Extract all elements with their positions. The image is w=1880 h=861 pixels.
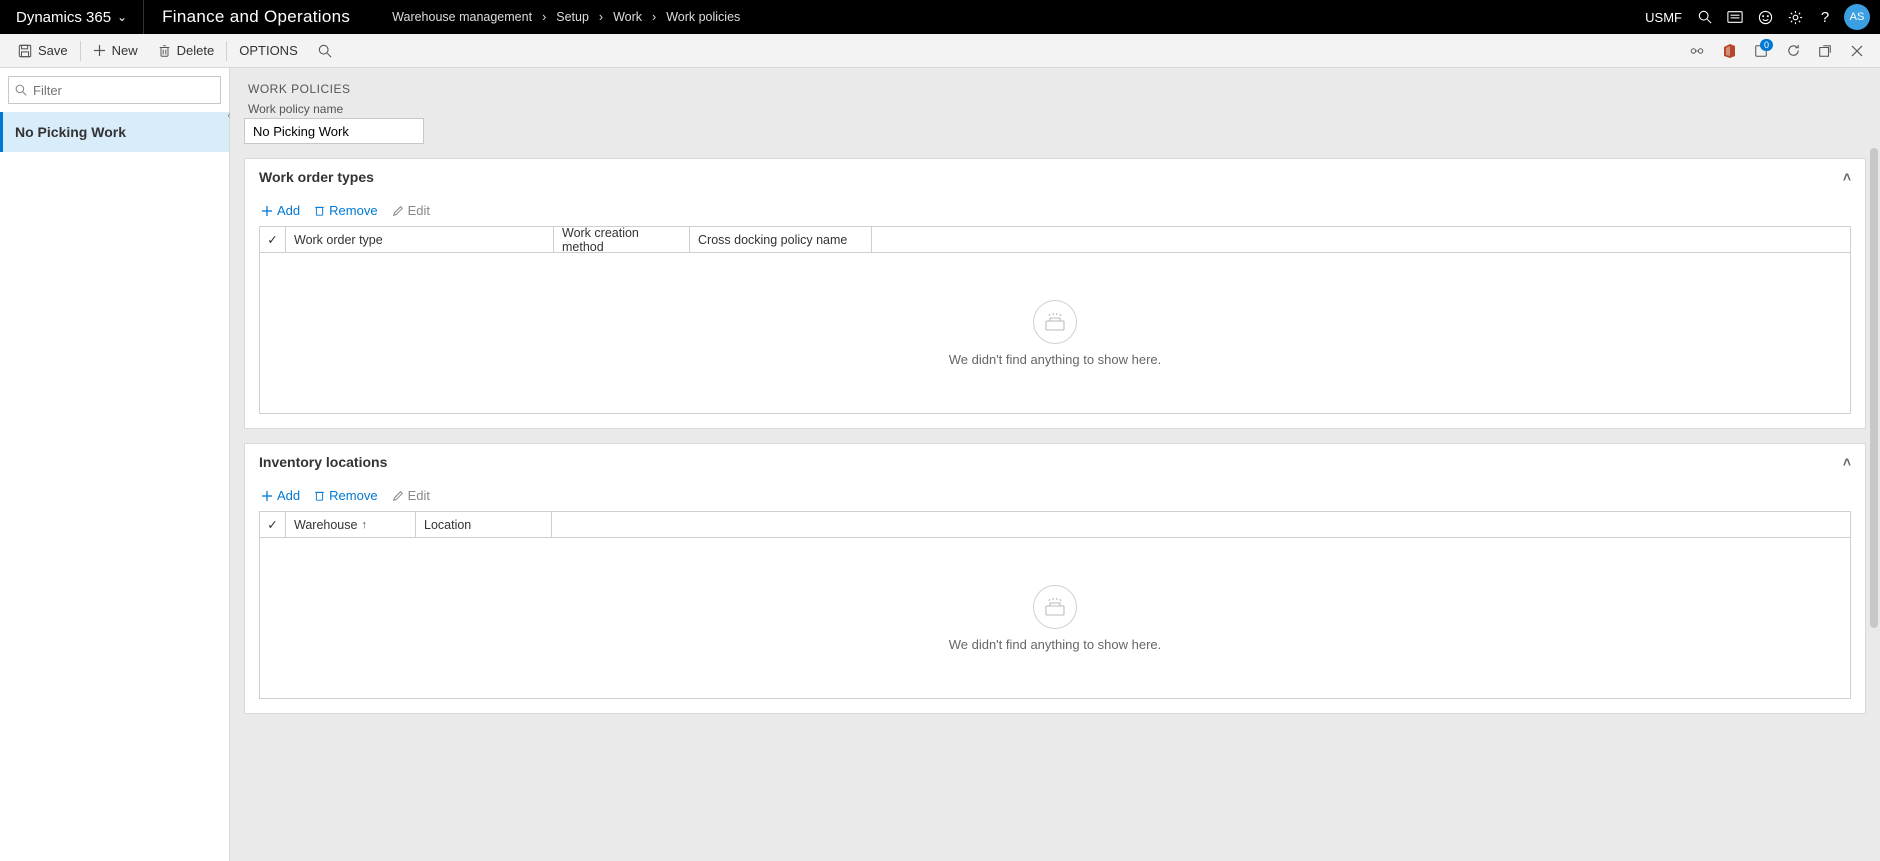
new-button[interactable]: New xyxy=(83,36,148,66)
empty-icon xyxy=(1033,300,1077,344)
crumb-2[interactable]: Work xyxy=(613,10,642,24)
edit-button[interactable]: Edit xyxy=(392,488,430,503)
options-button[interactable]: OPTIONS xyxy=(229,36,308,66)
select-all-checkbox[interactable]: ✓ xyxy=(260,512,286,537)
edit-button[interactable]: Edit xyxy=(392,203,430,218)
grid-empty-state: We didn't find anything to show here. xyxy=(260,538,1850,698)
add-label: Add xyxy=(277,488,300,503)
section-header[interactable]: Work order types ˄ xyxy=(245,159,1865,195)
remove-label: Remove xyxy=(329,488,377,503)
chevron-up-icon[interactable]: ˄ xyxy=(1843,454,1851,470)
crumb-0[interactable]: Warehouse management xyxy=(392,10,532,24)
plus-icon xyxy=(93,44,106,57)
divider xyxy=(80,41,81,61)
avatar[interactable]: AS xyxy=(1844,4,1870,30)
col-warehouse[interactable]: Warehouse ↑ xyxy=(286,512,416,537)
section-header[interactable]: Inventory locations ˄ xyxy=(245,444,1865,480)
grid-toolbar: Add Remove Edit xyxy=(259,195,1851,226)
add-button[interactable]: Add xyxy=(261,488,300,503)
col-work-creation-method[interactable]: Work creation method xyxy=(554,227,690,252)
notifications-button[interactable] xyxy=(1746,36,1776,66)
breadcrumb: Warehouse management › Setup › Work › Work … xyxy=(368,10,740,24)
grid-empty-state: We didn't find anything to show here. xyxy=(260,253,1850,413)
filter-input[interactable] xyxy=(33,83,214,98)
chevron-up-icon[interactable]: ˄ xyxy=(1843,169,1851,185)
empty-text: We didn't find anything to show here. xyxy=(949,352,1162,367)
section-title: Work order types xyxy=(259,169,374,185)
edit-label: Edit xyxy=(408,488,430,503)
crumb-sep: › xyxy=(599,10,603,24)
list-item-selected[interactable]: No Picking Work xyxy=(0,112,229,152)
feedback-icon[interactable] xyxy=(1750,0,1780,34)
work-policy-name-input[interactable] xyxy=(244,118,424,144)
grid-header: ✓ Warehouse ↑ Location xyxy=(260,512,1850,538)
options-label: OPTIONS xyxy=(239,43,298,58)
crumb-sep: › xyxy=(542,10,546,24)
global-header: Dynamics 365 ⌄ Finance and Operations Wa… xyxy=(0,0,1880,34)
crumb-1[interactable]: Setup xyxy=(556,10,589,24)
remove-button[interactable]: Remove xyxy=(314,488,377,503)
grid-header: ✓ Work order type Work creation method C… xyxy=(260,227,1850,253)
search-icon xyxy=(15,84,27,96)
close-button[interactable] xyxy=(1842,36,1872,66)
section-inventory-locations: Inventory locations ˄ Add Remove Edit ✓ … xyxy=(244,443,1866,714)
delete-button[interactable]: Delete xyxy=(148,36,225,66)
trash-icon xyxy=(158,44,171,58)
crumb-sep: › xyxy=(652,10,656,24)
scrollbar[interactable] xyxy=(1866,68,1880,861)
add-button[interactable]: Add xyxy=(261,203,300,218)
search-icon xyxy=(318,44,332,58)
col-warehouse-label: Warehouse xyxy=(294,518,357,532)
col-location[interactable]: Location xyxy=(416,512,552,537)
legal-entity[interactable]: USMF xyxy=(1645,10,1682,25)
add-label: Add xyxy=(277,203,300,218)
new-label: New xyxy=(112,43,138,58)
chevron-down-icon: ⌄ xyxy=(117,10,127,24)
empty-icon xyxy=(1033,585,1077,629)
gear-icon[interactable] xyxy=(1780,0,1810,34)
remove-button[interactable]: Remove xyxy=(314,203,377,218)
work-order-types-grid: ✓ Work order type Work creation method C… xyxy=(259,226,1851,414)
help-icon[interactable]: ? xyxy=(1810,0,1840,34)
action-pane: Save New Delete OPTIONS xyxy=(0,34,1880,68)
content-pane: WORK POLICIES Work policy name Work orde… xyxy=(230,68,1880,861)
grid-toolbar: Add Remove Edit xyxy=(259,480,1851,511)
edit-label: Edit xyxy=(408,203,430,218)
sort-asc-icon: ↑ xyxy=(361,519,367,531)
header-right: USMF ? AS xyxy=(1645,0,1880,34)
brand-label: Dynamics 365 xyxy=(16,9,111,26)
select-all-checkbox[interactable]: ✓ xyxy=(260,227,286,252)
col-cross-docking[interactable]: Cross docking policy name xyxy=(690,227,872,252)
search-icon[interactable] xyxy=(1690,0,1720,34)
filter-box[interactable] xyxy=(8,76,221,104)
empty-text: We didn't find anything to show here. xyxy=(949,637,1162,652)
remove-label: Remove xyxy=(329,203,377,218)
attachments-button[interactable] xyxy=(1682,36,1712,66)
section-title: Inventory locations xyxy=(259,454,387,470)
crumb-3[interactable]: Work policies xyxy=(666,10,740,24)
save-label: Save xyxy=(38,43,68,58)
scrollbar-thumb[interactable] xyxy=(1870,148,1878,628)
module-name[interactable]: Finance and Operations xyxy=(143,0,368,34)
save-icon xyxy=(18,44,32,58)
delete-label: Delete xyxy=(177,43,215,58)
popout-button[interactable] xyxy=(1810,36,1840,66)
main: No Picking Work ‹ WORK POLICIES Work pol… xyxy=(0,68,1880,861)
messages-icon[interactable] xyxy=(1720,0,1750,34)
col-work-order-type[interactable]: Work order type xyxy=(286,227,554,252)
brand-switcher[interactable]: Dynamics 365 ⌄ xyxy=(0,0,143,34)
divider xyxy=(226,41,227,61)
page-search-button[interactable] xyxy=(308,36,342,66)
section-work-order-types: Work order types ˄ Add Remove Edit ✓ Wor… xyxy=(244,158,1866,429)
refresh-button[interactable] xyxy=(1778,36,1808,66)
page-title: WORK POLICIES xyxy=(248,82,1866,96)
inventory-locations-grid: ✓ Warehouse ↑ Location We didn't find any… xyxy=(259,511,1851,699)
field-label-name: Work policy name xyxy=(248,102,1866,116)
list-pane: No Picking Work ‹ xyxy=(0,68,230,861)
office-button[interactable] xyxy=(1714,36,1744,66)
save-button[interactable]: Save xyxy=(8,36,78,66)
